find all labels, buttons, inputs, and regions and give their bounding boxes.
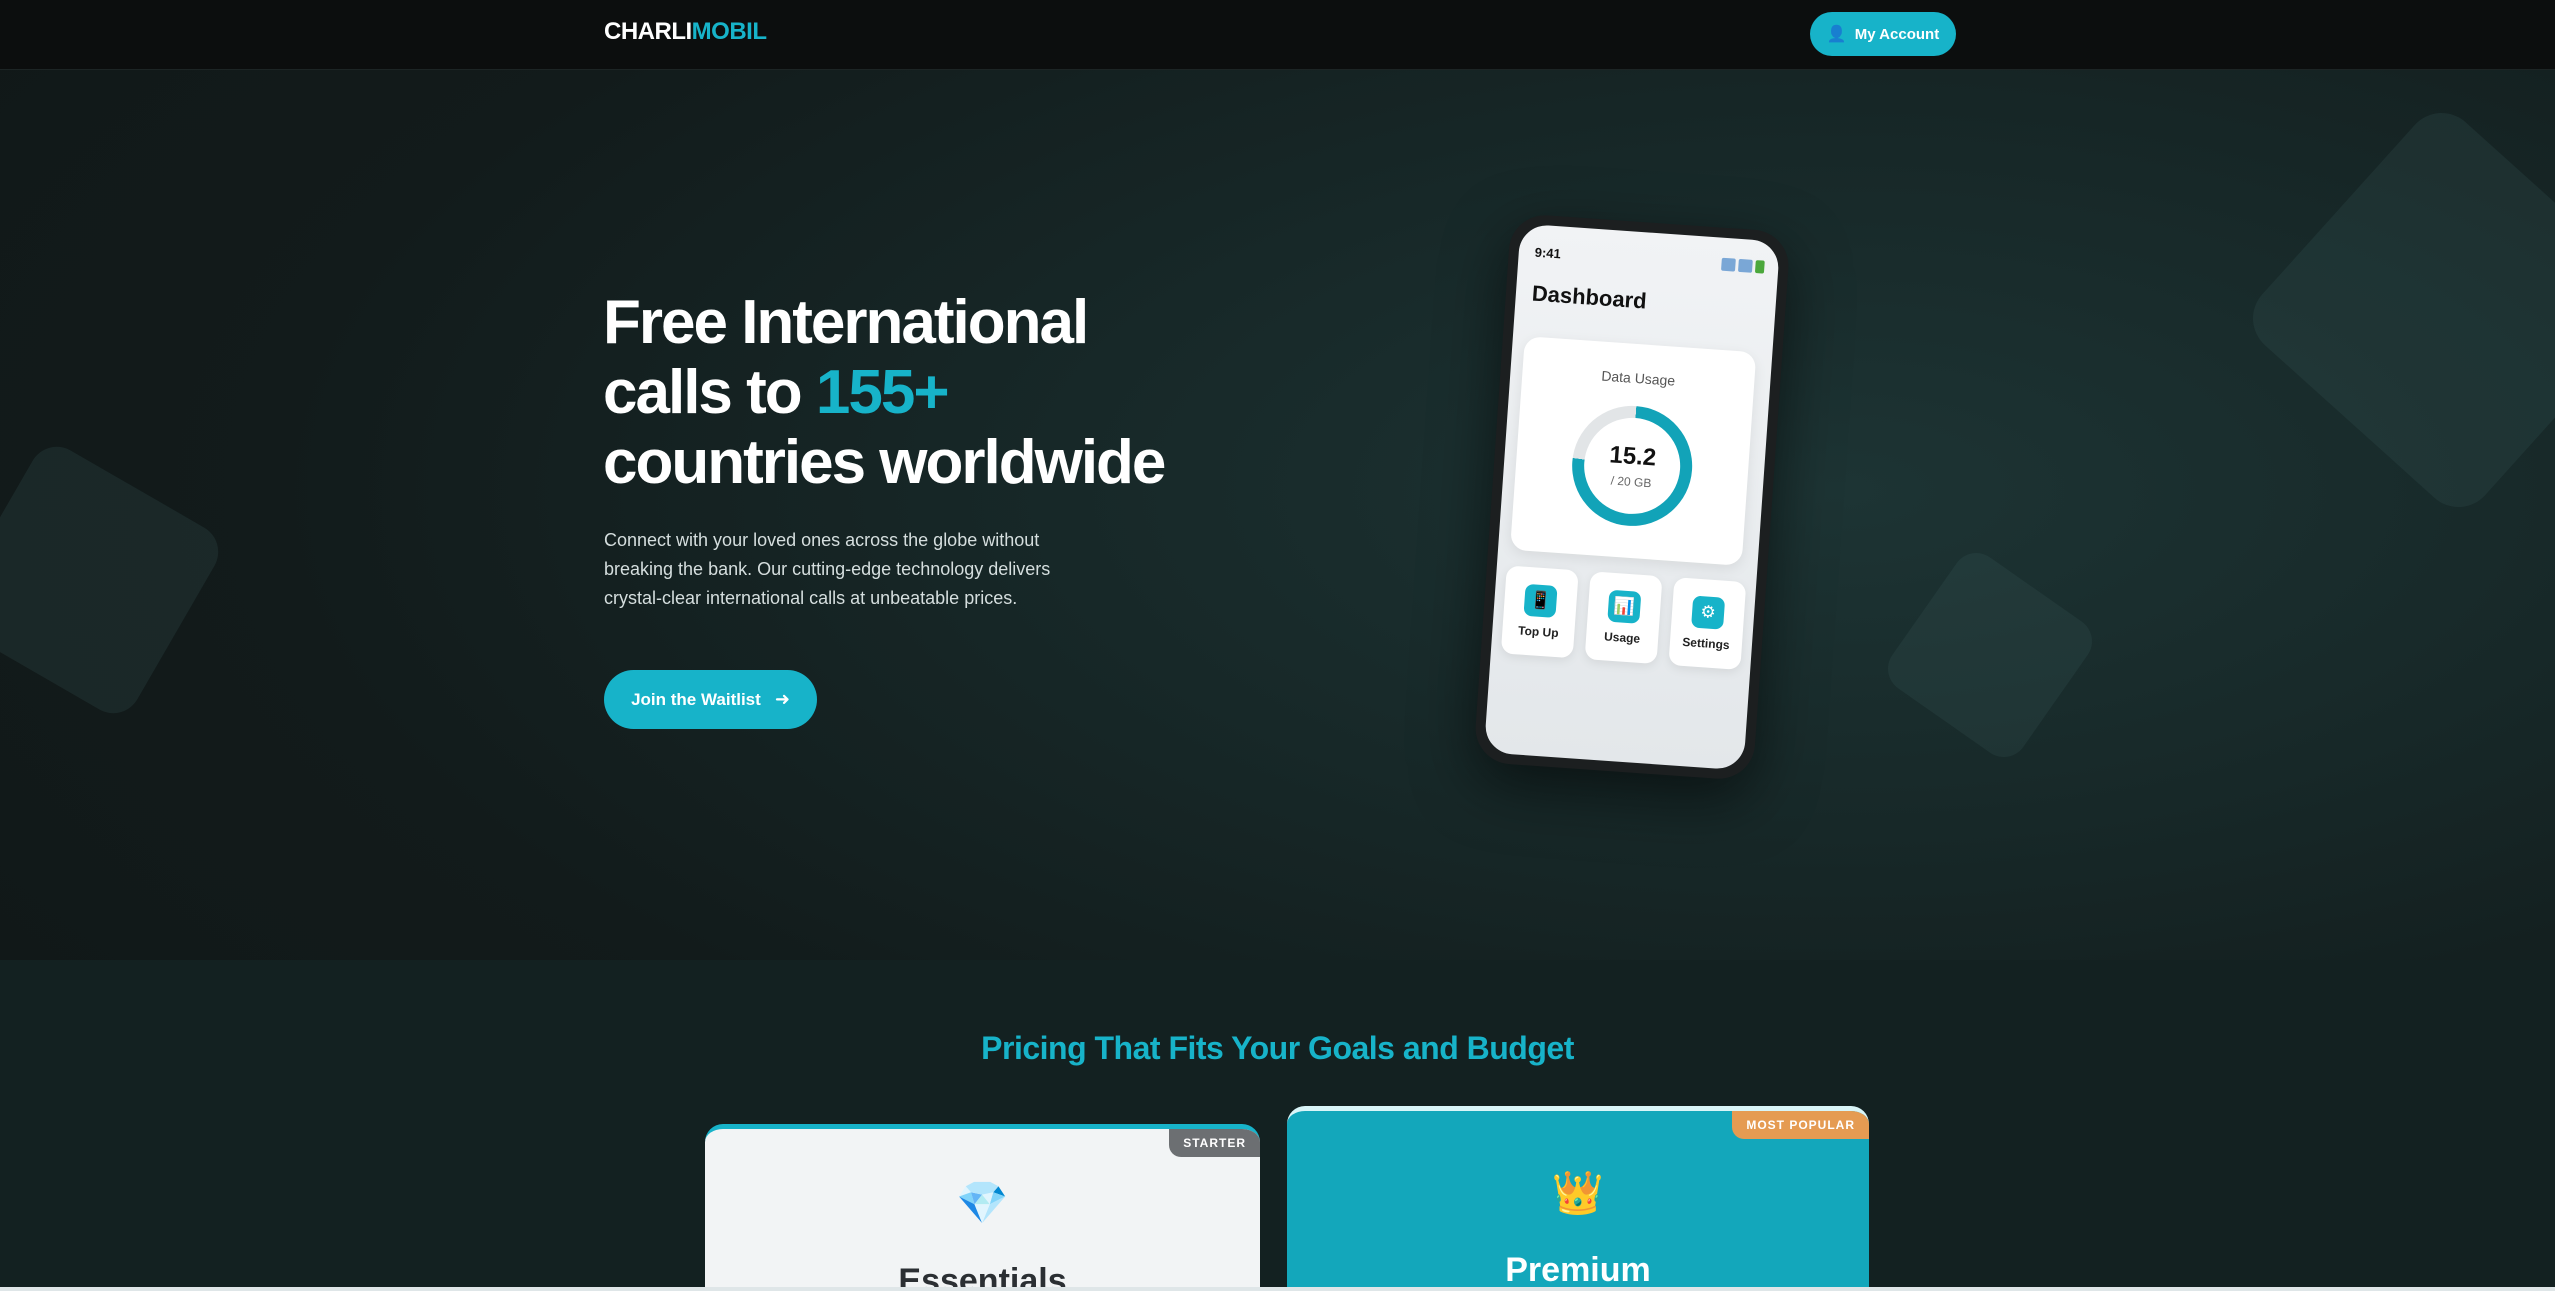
starter-badge: STARTER [1169, 1129, 1260, 1157]
wifi-icon [1737, 258, 1753, 273]
user-icon: 👤 [1826, 26, 1847, 43]
status-icons [1721, 257, 1765, 274]
navbar: CHARLIMOBIL 👤 My Account [0, 0, 2555, 70]
status-time: 9:41 [1534, 244, 1562, 262]
signal-icon [1721, 257, 1736, 272]
logo[interactable]: CHARLIMOBIL [604, 18, 767, 46]
plan-name: Premium [1505, 1251, 1651, 1289]
plan-card-premium[interactable]: MOST POPULAR 👑 Premium [1287, 1106, 1869, 1291]
crown-icon: 👑 [1551, 1169, 1605, 1216]
tile-settings[interactable]: ⚙ Settings [1668, 577, 1747, 670]
hero-title: Free International calls to 155+ countri… [603, 288, 1243, 498]
tile-label: Settings [1681, 634, 1731, 653]
my-account-button[interactable]: 👤 My Account [1810, 12, 1956, 56]
plan-card-essentials[interactable]: STARTER 💎 Essentials [705, 1124, 1260, 1291]
data-usage-value: 15.2 [1608, 441, 1658, 472]
hero-title-line2: calls to [603, 358, 816, 427]
join-waitlist-label: Join the Waitlist [631, 689, 761, 709]
hero-title-highlight: 155+ [815, 358, 950, 427]
pricing-title: Pricing That Fits Your Goals and Budget [981, 1030, 1574, 1066]
most-popular-badge: MOST POPULAR [1732, 1111, 1869, 1139]
horizontal-scrollbar[interactable] [0, 1287, 2555, 1291]
data-usage-ring-center: 15.2 / 20 GB [1580, 414, 1684, 518]
phone-icon: 📱 [1523, 583, 1558, 618]
tile-label: Usage [1603, 629, 1641, 646]
phone-mockup: 9:41 Dashboard Data Usage 15.2 / 20 GB 📱… [1473, 212, 1791, 782]
logo-part2: MOBIL [691, 18, 767, 45]
bar-chart-icon: 📊 [1607, 589, 1642, 624]
data-usage-card: Data Usage 15.2 / 20 GB [1510, 336, 1757, 566]
gear-icon: ⚙ [1691, 595, 1726, 630]
dashboard-title: Dashboard [1531, 280, 1648, 314]
join-waitlist-button[interactable]: Join the Waitlist ➜ [604, 670, 817, 729]
quick-action-tiles: 📱 Top Up 📊 Usage ⚙ Settings [1500, 565, 1747, 670]
hero-title-line3: countries worldwide [603, 428, 1166, 497]
diamond-icon: 💎 [956, 1179, 1009, 1226]
hero-title-line1: Free International [603, 288, 1089, 357]
data-usage-limit: / 20 GB [1610, 473, 1652, 491]
tile-top-up[interactable]: 📱 Top Up [1500, 565, 1579, 659]
data-usage-label: Data Usage [1600, 367, 1676, 389]
logo-part1: CHARLI [604, 18, 692, 45]
tile-label: Top Up [1517, 623, 1560, 641]
pricing-section [0, 960, 2555, 1291]
hero-subtitle: Connect with your loved ones across the … [604, 530, 1051, 608]
battery-icon [1754, 260, 1765, 274]
my-account-label: My Account [1854, 25, 1940, 43]
tile-usage[interactable]: 📊 Usage [1584, 571, 1663, 665]
phone-screen: 9:41 Dashboard Data Usage 15.2 / 20 GB 📱… [1483, 223, 1781, 771]
arrow-right-icon: ➜ [774, 689, 790, 709]
data-usage-ring: 15.2 / 20 GB [1568, 401, 1697, 530]
